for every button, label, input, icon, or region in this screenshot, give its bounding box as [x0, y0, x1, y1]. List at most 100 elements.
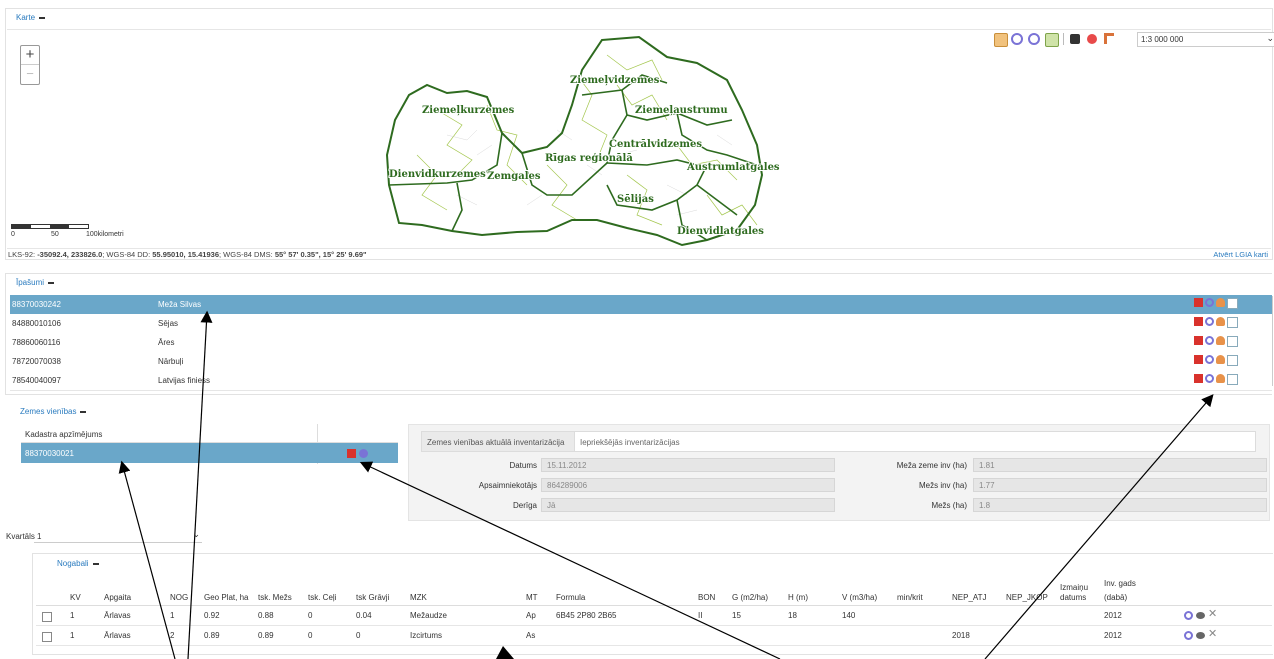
- pdf-icon[interactable]: [347, 449, 356, 458]
- row-actions: [1194, 374, 1238, 386]
- zoom-extent-icon[interactable]: [1045, 33, 1059, 47]
- tab-current-inventory[interactable]: Zemes vienības aktuālā inventarizācija: [421, 431, 575, 452]
- row-checkbox[interactable]: [42, 632, 52, 642]
- record-icon[interactable]: [1087, 34, 1097, 44]
- nogabali-table-header: KV Apgaita NOG Geo Plat, ha tsk. Mežs ts…: [36, 573, 1272, 606]
- cell-geo: 0.89: [204, 631, 220, 640]
- land-units-title: Zemes vienības: [20, 407, 77, 416]
- tab-previous-inventories[interactable]: Iepriekšējās inventarizācijas: [574, 431, 1256, 452]
- user-icon[interactable]: [1216, 298, 1225, 307]
- cell-geo: 0.92: [204, 611, 220, 620]
- search-icon[interactable]: [1205, 298, 1214, 307]
- cell-inv: 2012: [1104, 631, 1122, 640]
- measure-icon[interactable]: [1104, 33, 1114, 44]
- region-label-ziemelvidzemes: Ziemeļvidzemes: [570, 75, 660, 86]
- chevron-down-icon: ⌄: [1266, 33, 1274, 43]
- user-icon[interactable]: [1216, 374, 1225, 383]
- field-value[interactable]: 1.8: [973, 498, 1267, 512]
- nogabali-header[interactable]: Nogabali: [57, 559, 99, 568]
- search-icon[interactable]: [1205, 374, 1214, 383]
- document-icon[interactable]: [1227, 355, 1238, 366]
- pdf-icon[interactable]: [1194, 336, 1203, 345]
- collapse-icon[interactable]: [48, 282, 55, 284]
- cell-celi: 0: [308, 631, 313, 640]
- field-value[interactable]: Jā: [541, 498, 835, 512]
- cell-apgaita: Ārlavas: [104, 631, 131, 640]
- col-celi: tsk. Ceļi: [308, 593, 337, 602]
- property-code: 84880010106: [12, 319, 61, 328]
- pdf-icon[interactable]: [1194, 374, 1203, 383]
- user-icon[interactable]: [1216, 355, 1225, 364]
- search-icon[interactable]: [1205, 317, 1214, 326]
- delete-icon[interactable]: ✕: [1208, 609, 1217, 620]
- map-panel: Karte + − 1:3 000 000 ⌄ Ziemeļvidzemes Z…: [5, 8, 1274, 260]
- search-icon[interactable]: [1205, 355, 1214, 364]
- property-row[interactable]: 88370030242 Meža Silvas: [10, 295, 1272, 315]
- document-icon[interactable]: [1227, 317, 1238, 328]
- hand-pan-icon[interactable]: [994, 33, 1008, 47]
- zoom-in-button[interactable]: +: [21, 46, 39, 65]
- region-label-austrumlatgales: Austrumlatgales: [686, 162, 780, 173]
- col-nep-jkop: NEP_JKOP: [1006, 593, 1048, 602]
- map-panel-header[interactable]: Karte: [16, 13, 46, 22]
- col-minkrit: min/krit: [897, 593, 923, 602]
- property-row[interactable]: 78720070038 Nārbuļi: [10, 352, 1272, 372]
- cell-nog: 1: [170, 611, 175, 620]
- property-name: Meža Silvas: [158, 300, 202, 309]
- quarter-select[interactable]: 1 ⌄: [34, 529, 202, 543]
- pdf-icon[interactable]: [1194, 298, 1203, 307]
- search-icon[interactable]: [1184, 631, 1193, 640]
- user-icon[interactable]: [1216, 336, 1225, 345]
- document-icon[interactable]: [1227, 374, 1238, 385]
- document-icon[interactable]: [1227, 298, 1238, 309]
- cell-inv: 2012: [1104, 611, 1122, 620]
- collapse-icon[interactable]: [39, 17, 46, 19]
- cell-v: 140: [842, 611, 856, 620]
- field-value[interactable]: 1.77: [973, 478, 1267, 492]
- latvia-region-map[interactable]: Ziemeļvidzemes Ziemeļkurzemes Ziemeļaust…: [377, 35, 797, 249]
- field-label: Mežs (ha): [931, 501, 967, 510]
- info-icon[interactable]: [359, 449, 368, 458]
- open-lgia-map-link[interactable]: Atvērt LGIA karti: [1213, 250, 1268, 259]
- nogabals-row[interactable]: 1 Ārlavas 2 0.89 0.89 0 0 Izcirtums As 2018 2012 ✕: [36, 626, 1272, 646]
- property-row[interactable]: 78540040097 Latvijas finiess: [10, 371, 1272, 391]
- scale-bar-label-50: 50: [51, 231, 59, 238]
- nogabals-row[interactable]: 1 Ārlavas 1 0.92 0.88 0 0.04 Mežaudze Ap 6B45 2P8…: [36, 606, 1272, 626]
- field-value[interactable]: 864289006: [541, 478, 835, 492]
- cadastre-row[interactable]: 88370030021: [21, 443, 398, 463]
- region-label-ziemelkurzemes: Ziemeļkurzemes: [422, 105, 515, 116]
- delete-icon[interactable]: ✕: [1208, 629, 1217, 640]
- zoom-in-magnifier-icon[interactable]: [1011, 33, 1023, 45]
- search-icon[interactable]: [1205, 336, 1214, 345]
- collapse-icon[interactable]: [80, 411, 87, 413]
- cell-nog: 2: [170, 631, 175, 640]
- cell-kv: 1: [70, 611, 75, 620]
- document-icon[interactable]: [1227, 336, 1238, 347]
- pdf-icon[interactable]: [1194, 355, 1203, 364]
- property-row[interactable]: 78860060116 Āres: [10, 333, 1272, 353]
- zoom-out-magnifier-icon[interactable]: [1028, 33, 1040, 45]
- field-value[interactable]: 1.81: [973, 458, 1267, 472]
- user-icon[interactable]: [1216, 317, 1225, 326]
- search-icon[interactable]: [1184, 611, 1193, 620]
- row-actions: [1194, 298, 1238, 310]
- row-checkbox[interactable]: [42, 612, 52, 622]
- cell-apgaita: Ārlavas: [104, 611, 131, 620]
- collapse-icon[interactable]: [92, 563, 99, 565]
- cell-gravji: 0.04: [356, 611, 372, 620]
- pdf-icon[interactable]: [1194, 317, 1203, 326]
- field-value[interactable]: 15.11.2012: [541, 458, 835, 472]
- properties-panel-header[interactable]: Īpašumi: [16, 278, 55, 287]
- zoom-control: + −: [20, 45, 40, 85]
- map-canvas[interactable]: + − 1:3 000 000 ⌄ Ziemeļvidzemes Ziemeļk…: [7, 29, 1274, 249]
- scale-select[interactable]: 1:3 000 000 ⌄: [1137, 32, 1274, 47]
- quarter-value: 1: [37, 532, 42, 541]
- land-units-header[interactable]: Zemes vienības: [20, 407, 87, 416]
- row-actions: [1194, 355, 1238, 367]
- binoculars-icon[interactable]: [1070, 34, 1080, 44]
- zoom-out-button[interactable]: −: [21, 65, 39, 83]
- eye-icon[interactable]: [1196, 632, 1205, 639]
- eye-icon[interactable]: [1196, 612, 1205, 619]
- cell-mt: Ap: [526, 611, 536, 620]
- property-row[interactable]: 84880010106 Sējas: [10, 314, 1272, 334]
